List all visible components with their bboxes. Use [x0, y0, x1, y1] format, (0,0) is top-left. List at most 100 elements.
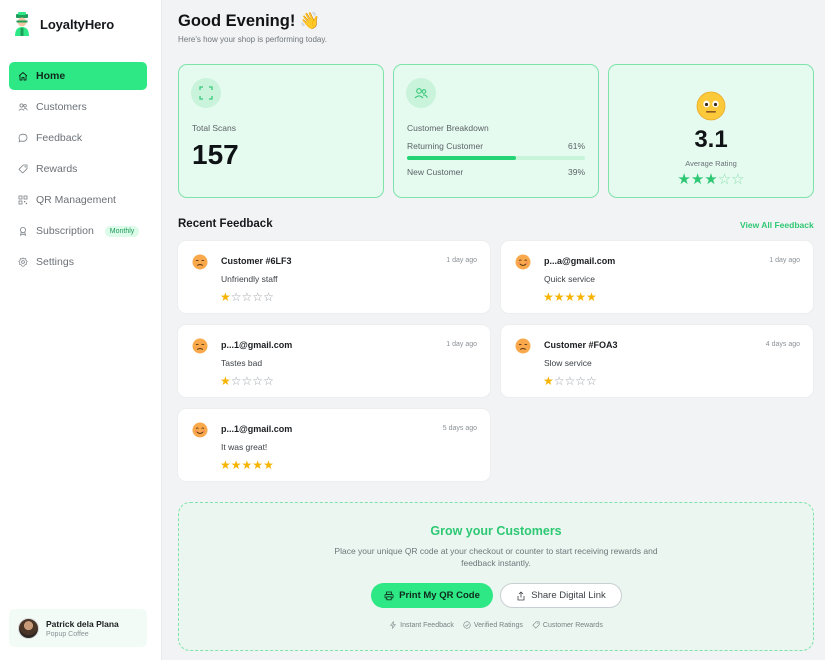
share-link-button[interactable]: Share Digital Link	[500, 583, 622, 608]
sidebar-item-feedback[interactable]: Feedback	[9, 124, 147, 152]
star-filled-icon: ★	[690, 171, 705, 188]
sidebar-item-settings[interactable]: Settings	[9, 248, 147, 276]
feedback-time: 5 days ago	[442, 425, 477, 432]
average-rating-card: 3.1 Average Rating ★★★☆☆	[608, 64, 814, 198]
customer-breakdown-card: Customer Breakdown Returning Customer 61…	[393, 64, 599, 198]
view-all-feedback-link[interactable]: View All Feedback	[740, 220, 814, 230]
sidebar-item-label: Feedback	[36, 132, 83, 144]
feedback-card[interactable]: p...a@gmail.com 1 day ago Quick service ★★★…	[501, 241, 813, 313]
smiling-face-icon	[192, 422, 208, 443]
star-filled-icon: ★	[263, 458, 274, 472]
star-empty-icon: ☆	[564, 374, 576, 388]
customer-breakdown-label: Customer Breakdown	[407, 123, 489, 133]
star-filled-icon: ★	[220, 458, 231, 472]
feedback-time: 1 day ago	[446, 341, 477, 348]
new-customer-pct: 39%	[567, 167, 585, 177]
users-icon	[18, 102, 28, 112]
sidebar-item-customers[interactable]: Customers	[9, 93, 147, 121]
sidebar-item-rewards[interactable]: Rewards	[9, 155, 147, 183]
feedback-customer-name: Customer #FOA3	[544, 340, 618, 350]
chat-bubble-icon	[18, 133, 28, 143]
sidebar-nav: Home Customers Feedback Rewards QR Manag…	[9, 62, 147, 279]
neutral-face-icon	[609, 91, 813, 121]
new-customer-label: New Customer	[407, 167, 464, 177]
feedback-stars: ★★★★★	[220, 458, 274, 472]
star-empty-icon: ☆	[230, 374, 242, 388]
print-qr-button[interactable]: Print My QR Code	[371, 583, 493, 608]
feedback-customer-name: Customer #6LF3	[221, 256, 292, 266]
sidebar: LoyaltyHero Home Customers Feedback Rewa…	[0, 0, 162, 660]
star-filled-icon: ★	[575, 290, 587, 304]
brand-name: LoyaltyHero	[40, 16, 115, 32]
feedback-customer-name: p...1@gmail.com	[221, 424, 293, 434]
feedback-card[interactable]: Customer #6LF3 1 day ago Unfriendly staff ★…	[178, 241, 490, 313]
printer-icon	[384, 591, 394, 600]
sidebar-item-label: Settings	[36, 256, 74, 268]
share-icon	[517, 591, 525, 600]
feedback-customer-name: p...1@gmail.com	[221, 340, 293, 350]
feature-list: Instant Feedback Verified Ratings Custom…	[179, 621, 813, 629]
qr-code-icon	[18, 195, 28, 205]
new-customer-row: New Customer 39%	[407, 167, 585, 177]
feedback-stars: ★★★★★	[543, 290, 597, 304]
avatar	[18, 617, 39, 639]
sidebar-item-label: Customers	[36, 101, 87, 113]
grow-title: Grow your Customers	[430, 524, 562, 538]
home-icon	[18, 71, 28, 81]
star-filled-icon: ★	[252, 458, 264, 472]
star-filled-icon: ★	[543, 374, 554, 388]
feedback-customer-name: p...a@gmail.com	[544, 256, 616, 266]
feedback-card[interactable]: Customer #FOA3 4 days ago Slow service ★☆☆☆…	[501, 325, 813, 397]
sidebar-item-label: Subscription	[36, 225, 94, 237]
brand[interactable]: LoyaltyHero	[12, 12, 114, 36]
hero-logo-icon	[15, 12, 29, 36]
grow-description: Place your unique QR code at your checko…	[334, 546, 658, 568]
user-name: Patrick dela Plana	[46, 618, 119, 629]
star-empty-icon: ☆	[263, 374, 274, 388]
star-filled-icon: ★	[704, 171, 718, 188]
sidebar-item-qr-management[interactable]: QR Management	[9, 186, 147, 214]
feature-label: Customer Rewards	[542, 621, 603, 629]
lightning-icon	[390, 621, 396, 629]
sidebar-item-label: Rewards	[36, 163, 78, 175]
feedback-card[interactable]: p...1@gmail.com 1 day ago Tastes bad ★☆☆☆☆	[178, 325, 490, 397]
smiling-face-icon	[515, 254, 531, 275]
sidebar-item-subscription[interactable]: Subscription Monthly	[9, 217, 147, 245]
share-link-label: Share Digital Link	[531, 590, 606, 601]
star-filled-icon: ★	[241, 458, 253, 472]
feedback-time: 1 day ago	[446, 257, 477, 264]
sidebar-item-label: QR Management	[36, 194, 116, 206]
feedback-message: Unfriendly staff	[221, 274, 278, 284]
star-empty-icon: ☆	[230, 290, 242, 304]
feedback-message: It was great!	[221, 442, 268, 452]
star-filled-icon: ★	[553, 290, 565, 304]
recent-feedback-title: Recent Feedback	[178, 218, 273, 230]
star-filled-icon: ★	[220, 374, 231, 388]
returning-customer-label: Returning Customer	[407, 141, 484, 151]
subscription-badge: Monthly	[104, 225, 140, 237]
star-empty-icon: ☆	[252, 290, 264, 304]
sad-face-icon	[515, 338, 531, 359]
sidebar-item-label: Home	[36, 70, 66, 82]
feedback-time: 4 days ago	[765, 341, 800, 348]
sidebar-item-home[interactable]: Home	[9, 62, 147, 90]
star-empty-icon: ☆	[241, 290, 253, 304]
feedback-message: Quick service	[544, 274, 596, 284]
feedback-card[interactable]: p...1@gmail.com 5 days ago It was great! ★★…	[178, 409, 490, 481]
sad-face-icon	[192, 338, 208, 359]
user-profile-card[interactable]: Patrick dela Plana Popup Coffee	[9, 609, 147, 647]
star-empty-icon: ☆	[575, 374, 587, 388]
returning-customer-pct: 61%	[567, 141, 585, 151]
feature-verified-ratings: Verified Ratings	[463, 621, 523, 629]
average-rating-value: 3.1	[694, 126, 728, 153]
scan-frame-icon	[191, 78, 221, 108]
badge-icon	[18, 226, 28, 236]
feedback-stars: ★☆☆☆☆	[220, 290, 274, 304]
feedback-stars: ★☆☆☆☆	[543, 374, 597, 388]
star-empty-icon: ☆	[586, 374, 597, 388]
check-circle-icon	[463, 621, 471, 629]
feedback-message: Tastes bad	[221, 358, 263, 368]
star-filled-icon: ★	[220, 290, 231, 304]
star-filled-icon: ★	[543, 290, 554, 304]
total-scans-card: Total Scans 157	[178, 64, 384, 198]
